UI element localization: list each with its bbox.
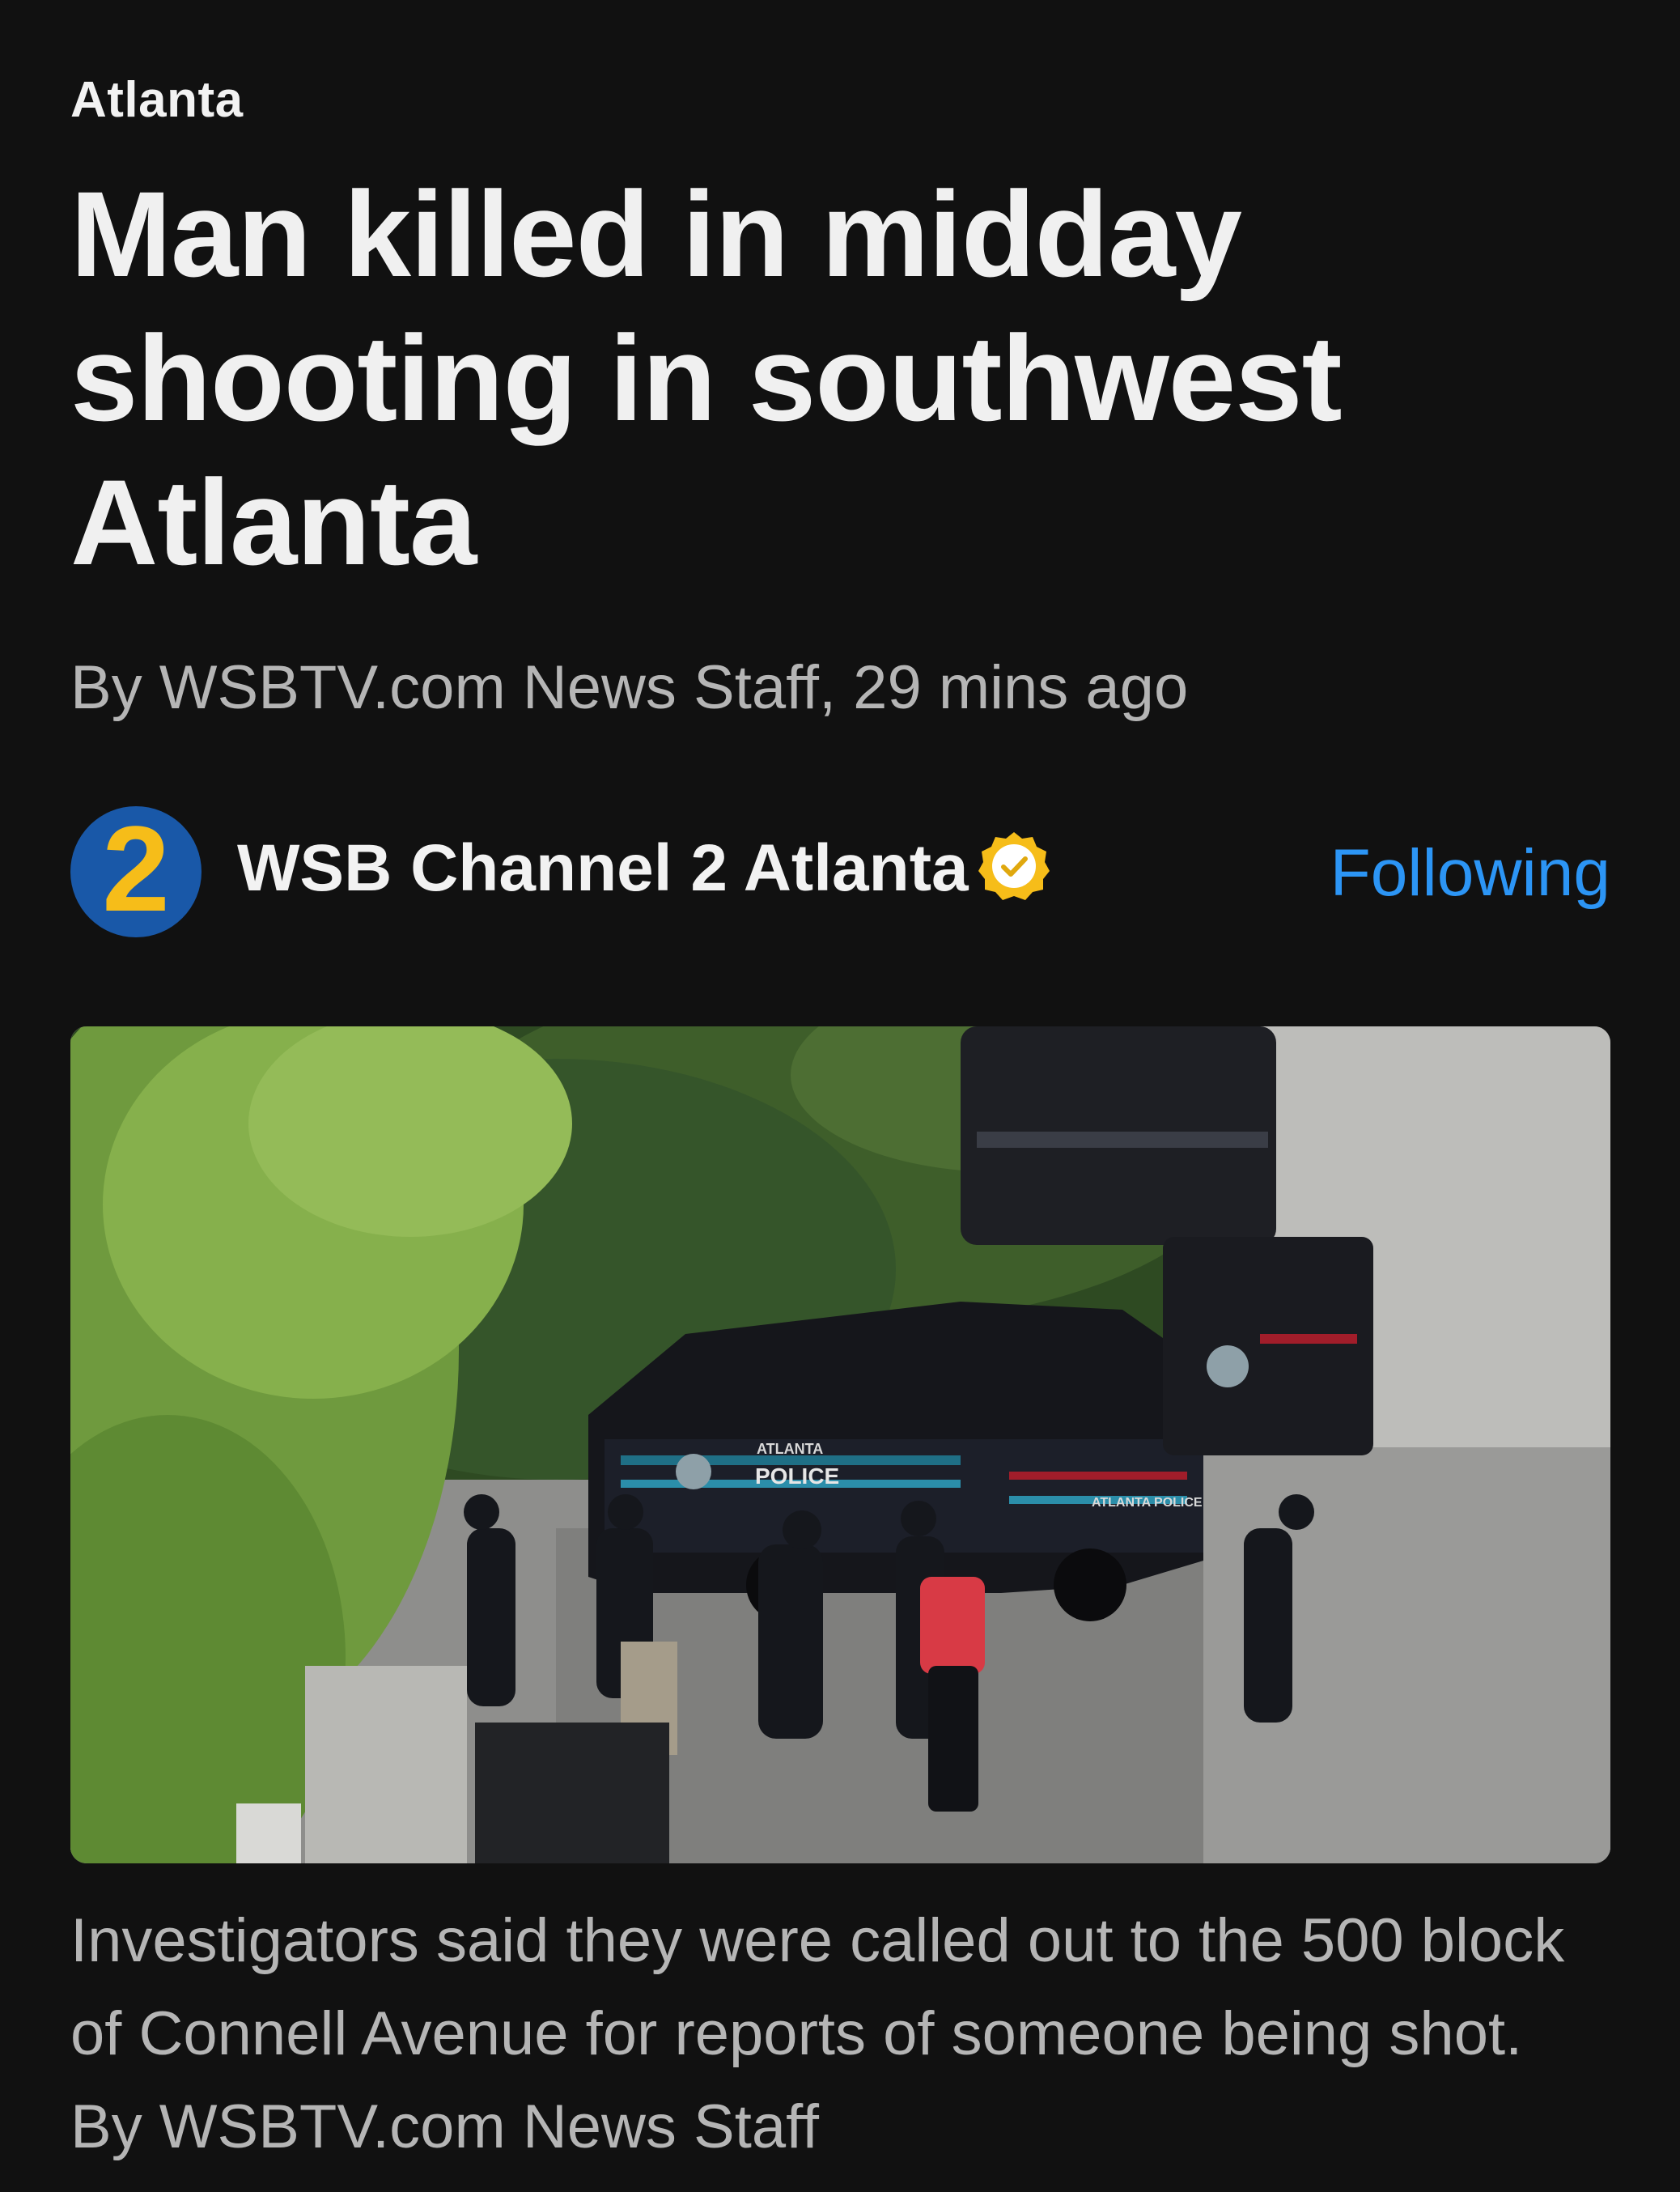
publisher-logo[interactable]: 2 (70, 806, 202, 937)
following-button[interactable]: Following (1330, 835, 1610, 911)
verified-badge-icon (978, 832, 1050, 900)
publisher-name[interactable]: WSB Channel 2 Atlanta (237, 830, 969, 907)
publisher-logo-text: 2 (102, 806, 170, 937)
category-label[interactable]: Atlanta (70, 71, 244, 129)
photo-caption: Investigators said they were called out … (70, 1906, 1565, 2161)
photo-text-atlanta: ATLANTA (757, 1441, 823, 1457)
article-byline: By WSBTV.com News Staff, 29 mins ago (70, 653, 1189, 722)
source-row: 2 WSB Channel 2 Atlanta Following (70, 806, 1610, 942)
article-headline: Man killed in midday shooting in southwe… (70, 166, 1343, 590)
photo-text-police: POLICE (755, 1463, 839, 1489)
article-photo[interactable]: ATLANTA POLICE ATLANTA POLICE (70, 1026, 1610, 1863)
photo-text-atlanta-police: ATLANTA POLICE (1092, 1496, 1203, 1510)
